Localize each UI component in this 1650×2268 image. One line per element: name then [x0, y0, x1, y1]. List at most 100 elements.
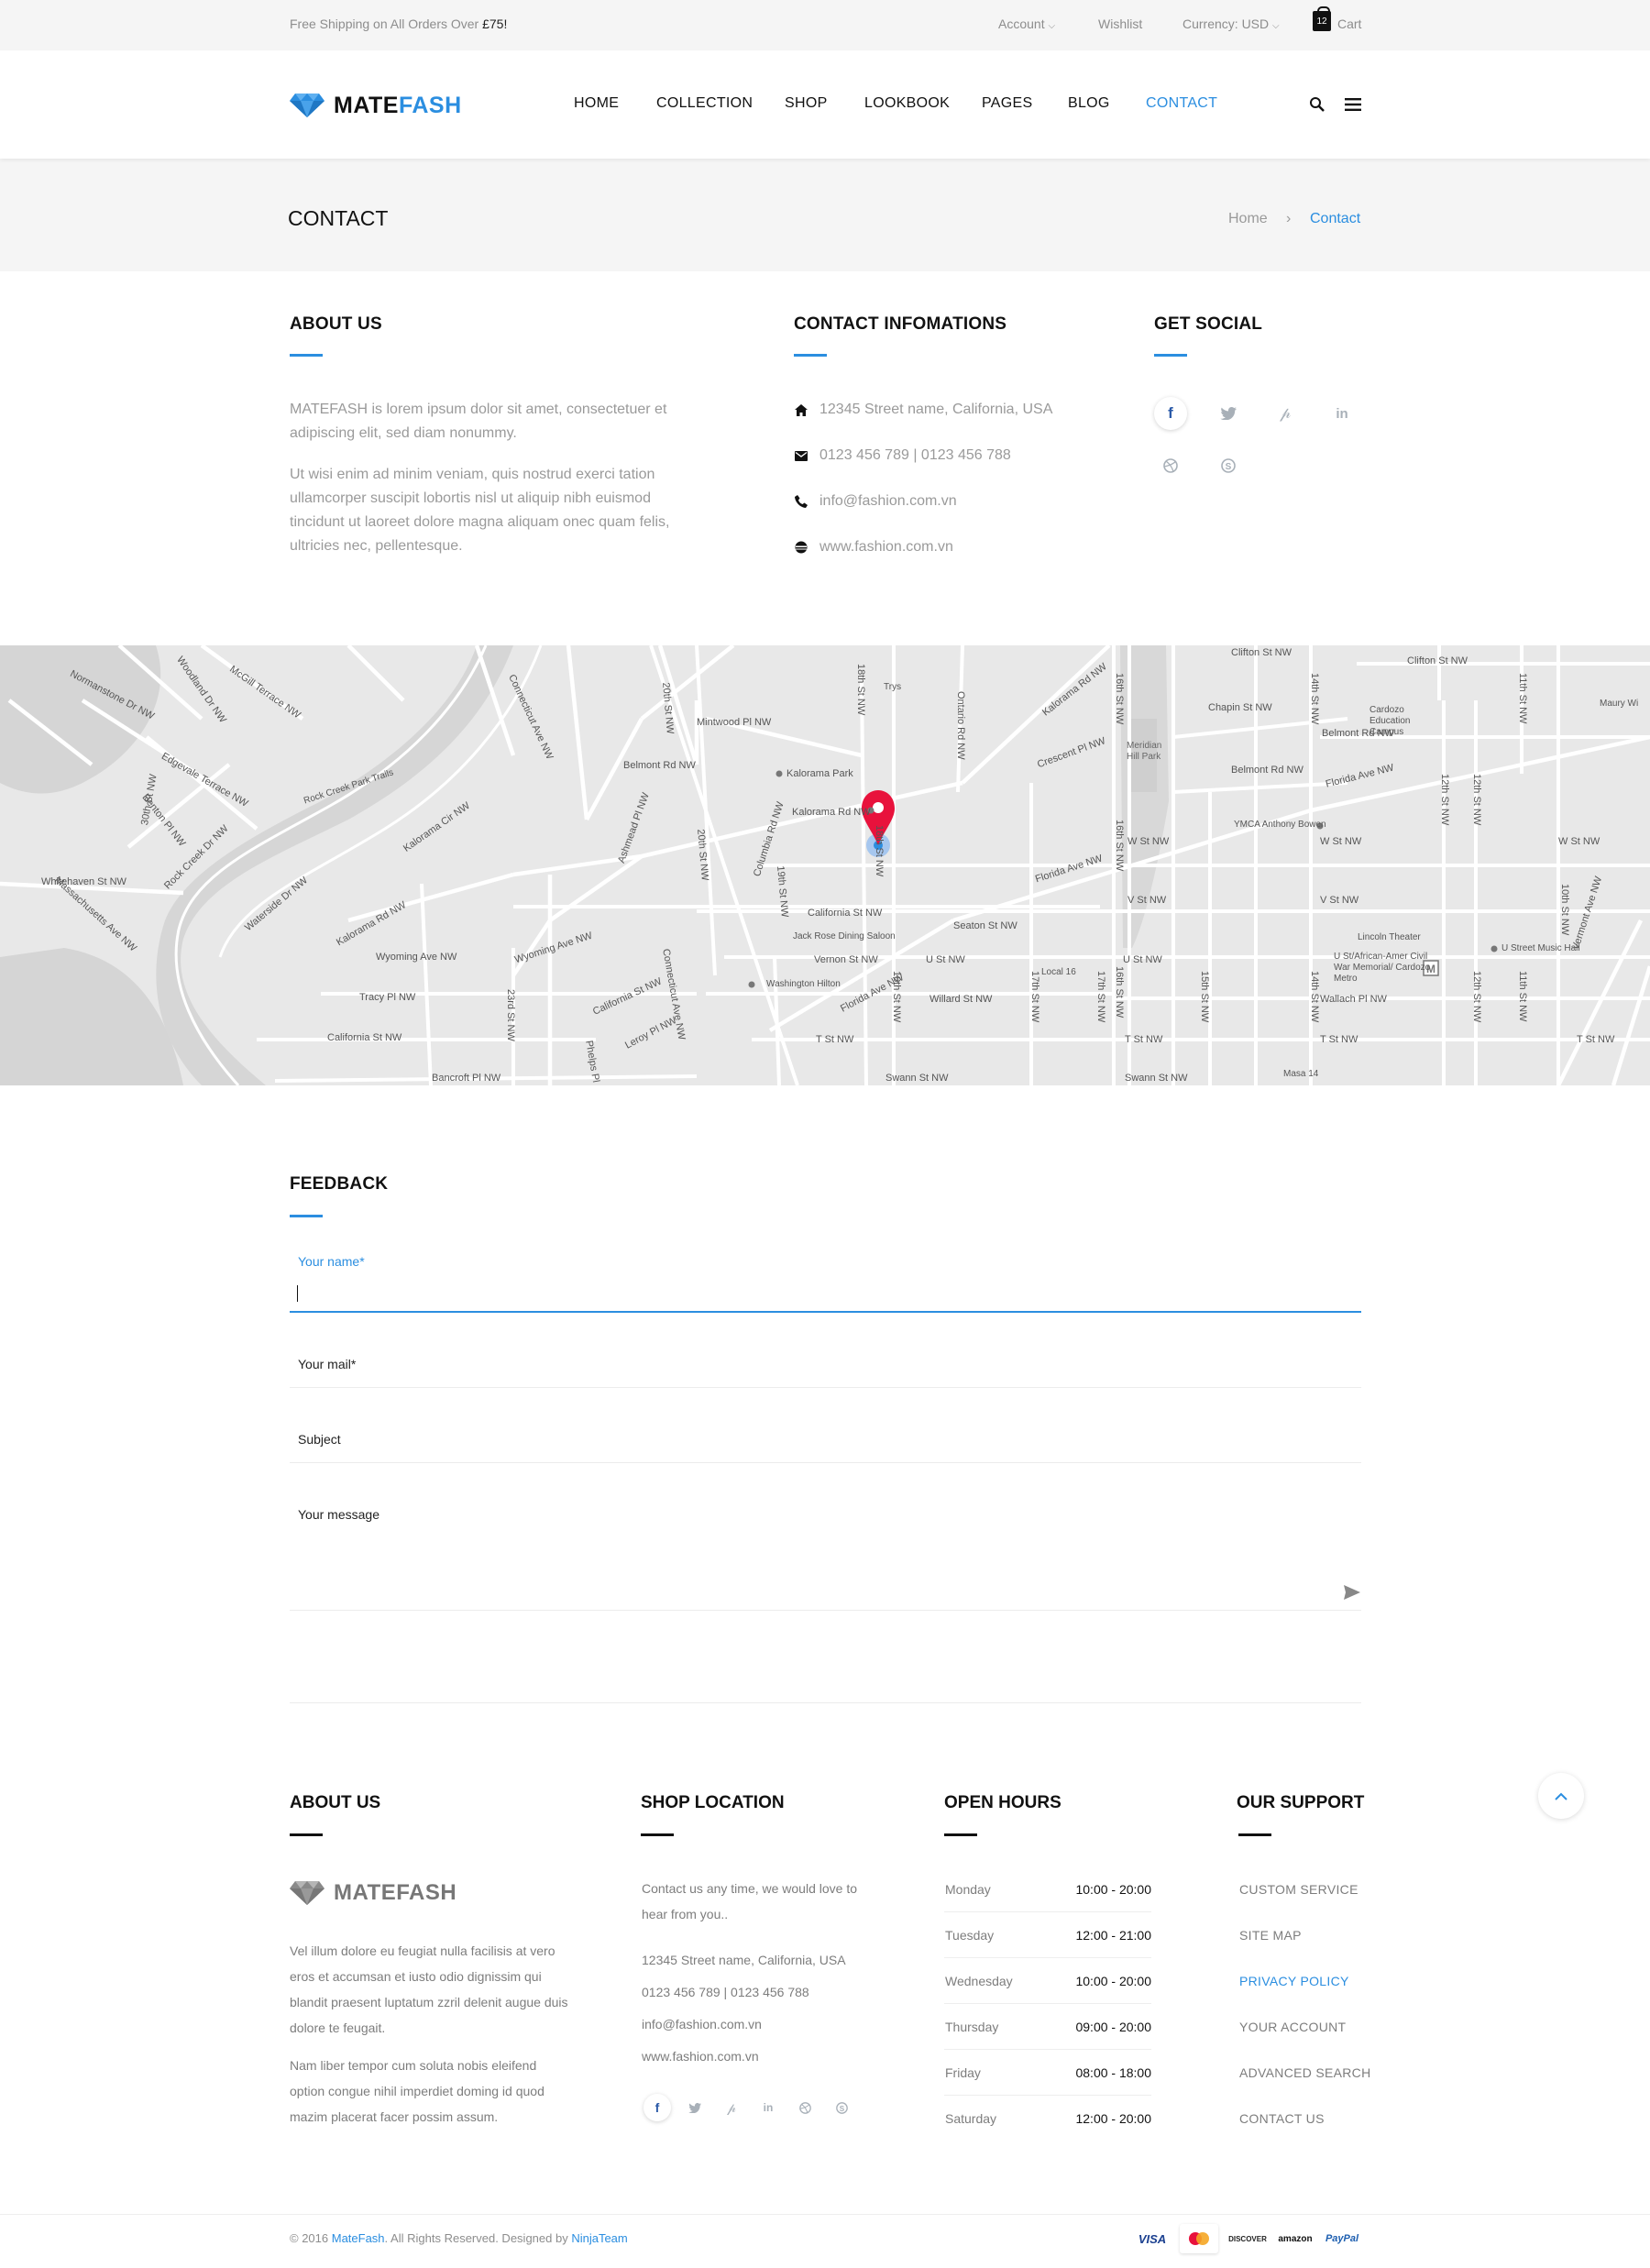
website-text[interactable]: www.fashion.com.vn — [820, 539, 953, 556]
name-field-label: Your name* — [298, 1254, 365, 1269]
map-label: 12th St NW — [1471, 774, 1482, 826]
map-label: Kalorama Park — [786, 768, 853, 779]
footer-logo[interactable]: MATEFASH — [290, 1879, 456, 1907]
mail-input[interactable] — [290, 1349, 1361, 1388]
map-label: T St NW — [1320, 1034, 1358, 1045]
contact-email: info@fashion.com.vn — [794, 493, 957, 510]
support-privacy-policy[interactable]: PRIVACY POLICY — [1239, 1974, 1349, 1988]
linkedin-icon[interactable]: in — [1326, 397, 1358, 430]
search-icon[interactable] — [1309, 96, 1326, 113]
map-label: Clifton St NW — [1407, 655, 1468, 666]
shipping-text: Free Shipping on All Orders Over — [290, 17, 483, 31]
hours-row: Thursday 09:00 - 20:00 — [944, 2004, 1151, 2050]
twitter-icon[interactable] — [1212, 397, 1245, 430]
currency-dropdown[interactable]: Currency: USD ⌵ — [1182, 17, 1280, 31]
copyright-middle: . All Rights Reserved. Designed by — [384, 2231, 572, 2245]
back-to-top-button[interactable] — [1538, 1773, 1584, 1819]
dribbble-icon[interactable] — [791, 2094, 819, 2121]
map-label: Masa 14 — [1283, 1069, 1319, 1079]
shop-location-underline — [641, 1833, 674, 1836]
hours-day: Thursday — [945, 2020, 999, 2034]
account-dropdown[interactable]: Account ⌵ — [998, 17, 1055, 31]
subject-input[interactable] — [290, 1425, 1361, 1463]
phone-text: 0123 456 789 | 0123 456 788 — [820, 447, 1011, 463]
nav-pages[interactable]: PAGES — [982, 95, 1032, 112]
top-bar: Free Shipping on All Orders Over £75! Ac… — [0, 0, 1650, 50]
message-textarea[interactable] — [290, 1500, 1361, 1610]
facebook-icon[interactable]: f — [1154, 397, 1187, 430]
map-label: Trys — [884, 682, 902, 692]
map-label: 14th St NW — [1309, 673, 1320, 725]
map-label: Meridian Hill Park — [1127, 741, 1162, 762]
dribbble-icon[interactable] — [1154, 449, 1187, 482]
map-label: 16th St NW — [1114, 673, 1125, 725]
copyright-brand-link[interactable]: MateFash — [332, 2231, 385, 2245]
breadcrumb-home[interactable]: Home — [1228, 211, 1268, 227]
nav-shop[interactable]: SHOP — [785, 95, 828, 112]
nav-collection[interactable]: COLLECTION — [656, 95, 753, 112]
map-label: W St NW — [1558, 836, 1600, 847]
discover-icon: DISCOVER — [1228, 2234, 1267, 2243]
skype-icon[interactable]: S — [828, 2094, 855, 2121]
location-email[interactable]: info@fashion.com.vn — [642, 2011, 762, 2037]
name-input[interactable] — [290, 1274, 1361, 1311]
designer-link[interactable]: NinjaTeam — [571, 2231, 627, 2245]
about-paragraph-2: Ut wisi enim ad minim veniam, quis nostr… — [290, 467, 670, 554]
map-label: 15th St NW — [1199, 971, 1210, 1023]
support-contact-us[interactable]: CONTACT US — [1239, 2111, 1325, 2126]
map-label: Mintwood Pl NW — [697, 717, 772, 728]
map-label: 11th St NW — [1517, 971, 1528, 1022]
wishlist-link[interactable]: Wishlist — [1098, 17, 1142, 31]
map-label: 12th St NW — [1471, 971, 1482, 1023]
linkedin-icon[interactable]: in — [754, 2094, 782, 2121]
map-label: U St NW — [926, 954, 965, 965]
breadcrumb-separator: › — [1286, 211, 1292, 226]
twitter-icon[interactable] — [681, 2094, 709, 2121]
cart-link[interactable]: Cart — [1337, 17, 1361, 31]
feedback-underline — [290, 1215, 323, 1217]
logo-part-fash: FASH — [396, 1880, 457, 1905]
breadcrumb-current: Contact — [1310, 211, 1361, 226]
map-label: V St NW — [1128, 895, 1167, 906]
chevron-down-icon: ⌵ — [1048, 21, 1056, 31]
facebook-icon[interactable]: f — [644, 2094, 671, 2121]
map-label: Local 16 — [1041, 967, 1076, 977]
support-advanced-search[interactable]: ADVANCED SEARCH — [1239, 2065, 1371, 2080]
hours-day: Monday — [945, 1882, 991, 1897]
send-icon[interactable] — [1344, 1585, 1360, 1600]
support-your-account[interactable]: YOUR ACCOUNT — [1239, 2020, 1346, 2034]
support-custom-service[interactable]: CUSTOM SERVICE — [1239, 1882, 1358, 1897]
support-site-map[interactable]: SITE MAP — [1239, 1928, 1302, 1943]
nav-home[interactable]: HOME — [574, 95, 619, 112]
amazon-icon: amazon — [1278, 2233, 1313, 2244]
open-hours-heading: OPEN HOURS — [944, 1793, 1062, 1812]
site-logo[interactable]: MATEFASH — [290, 92, 462, 119]
map-label: 10th St NW — [1559, 884, 1570, 936]
location-website[interactable]: www.fashion.com.vn — [642, 2043, 759, 2069]
nav-lookbook[interactable]: LOOKBOOK — [864, 95, 950, 112]
map-label: T St NW — [816, 1034, 854, 1045]
menu-icon[interactable] — [1345, 98, 1361, 111]
pinterest-icon[interactable]: 𝓅 — [1269, 397, 1302, 430]
footer-about-underline — [290, 1833, 323, 1836]
nav-contact[interactable]: CONTACT — [1146, 95, 1217, 112]
footer-about-heading: ABOUT US — [290, 1793, 381, 1812]
footer-divider — [290, 1702, 1361, 1703]
nav-blog[interactable]: BLOG — [1068, 95, 1110, 112]
skype-icon[interactable]: S — [1212, 449, 1245, 482]
svg-text:S: S — [1226, 462, 1232, 472]
map-label: 12th St NW — [1439, 774, 1450, 826]
pinterest-icon[interactable]: 𝓅 — [718, 2094, 745, 2121]
our-support-heading: OUR SUPPORT — [1237, 1793, 1365, 1812]
location-map[interactable]: M Mintwood Pl NW Belmont Rd NW Belmont R… — [0, 645, 1650, 1085]
free-shipping-notice: Free Shipping on All Orders Over £75! — [290, 17, 507, 31]
map-label: 11th St NW — [1517, 673, 1528, 724]
map-label: V St NW — [1320, 895, 1359, 906]
map-label: 14th St NW — [1309, 971, 1320, 1023]
hours-row: Saturday 12:00 - 20:00 — [944, 2096, 1151, 2141]
cart-bag-icon[interactable]: 12 — [1313, 6, 1331, 31]
map-label: California St NW — [327, 1032, 402, 1043]
hours-day: Saturday — [945, 2111, 997, 2126]
email-text[interactable]: info@fashion.com.vn — [820, 493, 957, 510]
main-header: MATEFASH HOME COLLECTION SHOP LOOKBOOK P… — [0, 50, 1650, 159]
